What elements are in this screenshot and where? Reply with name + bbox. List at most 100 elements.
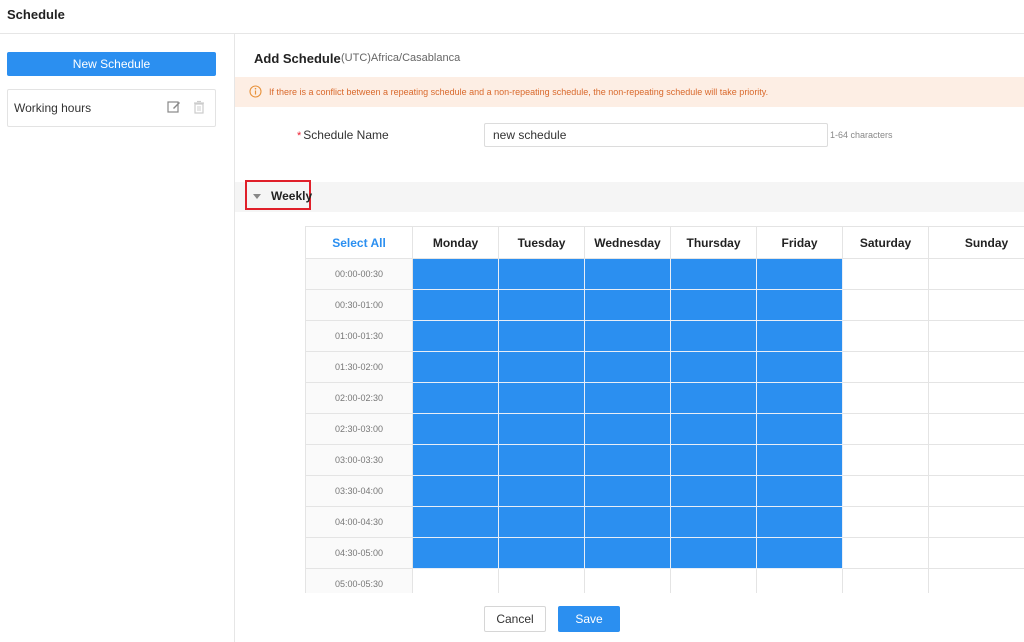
slot-cell[interactable] [498,351,585,383]
day-header-wednesday[interactable]: Wednesday [584,226,671,259]
slot-cell[interactable] [670,382,757,414]
slot-cell[interactable] [498,537,585,569]
edit-icon[interactable] [166,99,182,115]
slot-cell[interactable] [670,258,757,290]
slot-cell[interactable] [584,475,671,507]
slot-cell[interactable] [842,413,929,445]
slot-cell[interactable] [756,506,843,538]
schedule-name-label-text: Schedule Name [303,128,389,142]
slot-cell[interactable] [498,413,585,445]
notice-text: If there is a conflict between a repeati… [269,87,769,97]
slot-cell[interactable] [498,382,585,414]
slot-cell[interactable] [928,382,1024,414]
slot-cell[interactable] [412,289,499,321]
slot-cell[interactable] [670,506,757,538]
slot-cell[interactable] [756,475,843,507]
slot-cell[interactable] [498,258,585,290]
schedule-name-label: * Schedule Name [297,128,389,142]
slot-cell[interactable] [842,320,929,352]
slot-cell[interactable] [842,444,929,476]
weekly-toggle[interactable]: Weekly [245,180,312,210]
slot-cell[interactable] [756,351,843,383]
time-slot-label: 01:30-02:00 [305,351,413,383]
day-header-friday[interactable]: Friday [756,226,843,259]
slot-cell[interactable] [842,382,929,414]
slot-cell[interactable] [412,444,499,476]
slot-cell[interactable] [584,382,671,414]
slot-cell[interactable] [412,537,499,569]
slot-cell[interactable] [842,258,929,290]
time-slot-row: 00:30-01:00 [305,289,1024,321]
slot-cell[interactable] [756,413,843,445]
slot-cell[interactable] [584,444,671,476]
day-header-monday[interactable]: Monday [412,226,499,259]
save-button[interactable]: Save [558,606,620,632]
slot-cell[interactable] [412,413,499,445]
slot-cell[interactable] [842,351,929,383]
slot-cell[interactable] [670,444,757,476]
slot-cell[interactable] [412,258,499,290]
day-header-saturday[interactable]: Saturday [842,226,929,259]
sidebar: New Schedule Working hours [0,34,235,642]
slot-cell[interactable] [498,320,585,352]
cancel-button[interactable]: Cancel [484,606,546,632]
slot-cell[interactable] [756,382,843,414]
slot-cell[interactable] [584,320,671,352]
slot-cell[interactable] [498,289,585,321]
slot-cell[interactable] [412,475,499,507]
slot-cell[interactable] [412,506,499,538]
slot-cell[interactable] [498,506,585,538]
timezone-label: (UTC)Africa/Casablanca [341,52,461,64]
slot-cell[interactable] [670,475,757,507]
slot-cell[interactable] [842,506,929,538]
slot-cell[interactable] [670,289,757,321]
day-header-sunday[interactable]: Sunday [928,226,1024,259]
slot-cell[interactable] [584,413,671,445]
slot-cell[interactable] [928,258,1024,290]
slot-cell[interactable] [928,537,1024,569]
slot-cell[interactable] [842,475,929,507]
slot-cell[interactable] [756,320,843,352]
select-all-button[interactable]: Select All [305,226,413,259]
slot-cell[interactable] [928,444,1024,476]
slot-cell[interactable] [928,506,1024,538]
slot-cell[interactable] [928,475,1024,507]
slot-cell[interactable] [670,413,757,445]
slot-cell[interactable] [928,289,1024,321]
slot-cell[interactable] [928,320,1024,352]
form-footer: Cancel Save [235,593,1024,642]
slot-cell[interactable] [756,444,843,476]
time-slot-label: 03:30-04:00 [305,475,413,507]
slot-cell[interactable] [756,537,843,569]
slot-cell[interactable] [584,289,671,321]
schedule-list-item[interactable]: Working hours [7,89,216,127]
slot-cell[interactable] [928,413,1024,445]
slot-cell[interactable] [412,351,499,383]
slot-cell[interactable] [584,537,671,569]
name-length-hint: 1-64 characters [830,130,893,140]
conflict-notice: If there is a conflict between a repeati… [235,77,1024,107]
time-slot-label: 04:00-04:30 [305,506,413,538]
slot-cell[interactable] [670,351,757,383]
slot-cell[interactable] [842,537,929,569]
day-header-thursday[interactable]: Thursday [670,226,757,259]
slot-cell[interactable] [584,258,671,290]
schedule-name-input[interactable] [484,123,828,147]
slot-cell[interactable] [584,506,671,538]
slot-cell[interactable] [756,258,843,290]
slot-cell[interactable] [498,475,585,507]
new-schedule-button[interactable]: New Schedule [7,52,216,76]
slot-cell[interactable] [670,537,757,569]
form-title: Add Schedule [254,51,341,66]
slot-cell[interactable] [584,351,671,383]
slot-cell[interactable] [412,320,499,352]
slot-cell[interactable] [498,444,585,476]
slot-cell[interactable] [756,289,843,321]
slot-cell[interactable] [670,320,757,352]
slot-cell[interactable] [842,289,929,321]
info-icon [249,85,262,98]
slot-cell[interactable] [928,351,1024,383]
trash-icon[interactable] [191,99,207,115]
day-header-tuesday[interactable]: Tuesday [498,226,585,259]
slot-cell[interactable] [412,382,499,414]
